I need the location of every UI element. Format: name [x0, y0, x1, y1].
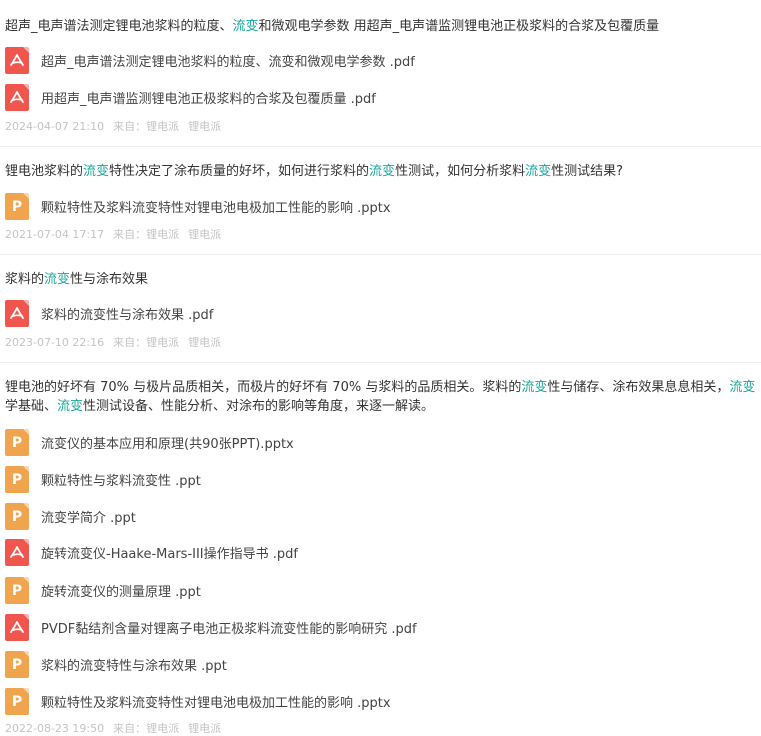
search-results-feed: 超声_电声谱法测定锂电池浆料的粒度、流变和微观电学参数 用超声_电声谱监测锂电池…	[0, 0, 761, 735]
result-title[interactable]: 浆料的流变性与涂布效果	[5, 270, 761, 289]
source-label: 来自：	[113, 228, 147, 241]
title-highlight: 流变	[729, 380, 756, 395]
ppt-file-icon: P	[5, 577, 29, 604]
title-highlight: 流变	[521, 380, 548, 395]
attachment-link[interactable]: P 旋转流变仪的测量原理 .ppt	[5, 577, 201, 604]
result-item: 超声_电声谱法测定锂电池浆料的粒度、流变和微观电学参数 用超声_电声谱监测锂电池…	[0, 0, 761, 146]
result-meta: 2024-04-07 21:10 来自：锂电派 锂电派	[5, 118, 230, 134]
ppt-file-icon: P	[5, 466, 29, 493]
attachment-name: 用超声_电声谱监测锂电池正极浆料的合浆及包覆质量 .pdf	[41, 92, 376, 107]
attachment-name: 浆料的流变性与涂布效果 .pdf	[41, 308, 214, 323]
attachment-name: 旋转流变仪的测量原理 .ppt	[41, 585, 201, 600]
ppt-file-icon: P	[5, 503, 29, 530]
attachment-link[interactable]: P 流变仪的基本应用和原理(共90张PPT).pptx	[5, 429, 294, 456]
attachment-link[interactable]: P 流变学简介 .ppt	[5, 503, 136, 530]
attachment-name: 颗粒特性及浆料流变特性对锂电池电极加工性能的影响 .pptx	[41, 201, 391, 216]
source-link[interactable]: 锂电派	[146, 336, 179, 349]
source-link[interactable]: 锂电派	[146, 722, 179, 735]
attachment-name: 流变仪的基本应用和原理(共90张PPT).pptx	[41, 437, 294, 452]
title-text: 浆料的	[5, 272, 45, 287]
result-meta: 2022-08-23 19:50 来自：锂电派 锂电派	[5, 720, 230, 736]
title-text: 锂电池浆料的	[5, 164, 84, 179]
result-title[interactable]: 锂电池浆料的流变特性决定了涂布质量的好坏，如何进行浆料的流变性测试，如何分析浆料…	[5, 162, 761, 181]
attachment-link[interactable]: P 颗粒特性及浆料流变特性对锂电池电极加工性能的影响 .pptx	[5, 688, 391, 715]
title-highlight: 流变	[525, 164, 552, 179]
title-highlight: 流变	[83, 164, 110, 179]
attachment-name: 旋转流变仪-Haake-Mars-III操作指导书 .pdf	[41, 547, 298, 562]
attachment-link[interactable]: PVDF黏结剂含量对锂离子电池正极浆料流变性能的影响研究 .pdf	[5, 614, 417, 641]
title-text: 特性决定了涂布质量的好坏，如何进行浆料的	[109, 164, 370, 179]
pdf-file-icon	[5, 614, 29, 641]
result-date: 2022-08-23 19:50	[5, 722, 105, 735]
author-link[interactable]: 锂电派	[188, 336, 221, 349]
attachment-name: 流变学简介 .ppt	[41, 511, 136, 526]
title-text: 性测试结果?	[551, 164, 623, 179]
attachment-link[interactable]: 超声_电声谱法测定锂电池浆料的粒度、流变和微观电学参数 .pdf	[5, 47, 415, 74]
title-text: 超声_电声谱法测定锂电池浆料的粒度、	[5, 19, 233, 34]
attachment-link[interactable]: P 浆料的流变特性与涂布效果 .ppt	[5, 651, 227, 678]
pdf-file-icon	[5, 84, 29, 111]
result-title[interactable]: 超声_电声谱法测定锂电池浆料的粒度、流变和微观电学参数 用超声_电声谱监测锂电池…	[5, 17, 761, 36]
title-text: 性与涂布效果	[70, 272, 149, 287]
title-highlight: 流变	[369, 164, 396, 179]
title-text: 性测试设备、性能分析、对涂布的影响等角度，来逐一解读。	[83, 399, 435, 414]
result-meta: 2023-07-10 22:16 来自：锂电派 锂电派	[5, 334, 230, 350]
attachment-name: PVDF黏结剂含量对锂离子电池正极浆料流变性能的影响研究 .pdf	[41, 622, 417, 637]
title-highlight: 流变	[57, 399, 84, 414]
pdf-file-icon	[5, 47, 29, 74]
attachment-link[interactable]: 用超声_电声谱监测锂电池正极浆料的合浆及包覆质量 .pdf	[5, 84, 376, 111]
result-meta: 2021-07-04 17:17 来自：锂电派 锂电派	[5, 226, 230, 242]
title-text: 性测试，如何分析浆料	[395, 164, 526, 179]
source-label: 来自：	[113, 120, 147, 133]
title-text: 和微观电学参数 用超声_电声谱监测锂电池正极浆料的合浆及包覆质量	[258, 19, 660, 34]
result-date: 2021-07-04 17:17	[5, 228, 105, 241]
attachment-link[interactable]: P 颗粒特性与浆料流变性 .ppt	[5, 466, 201, 493]
title-text: 锂电池的好坏有 70% 与极片品质相关，而极片的好坏有 70% 与浆料的品质相关…	[5, 380, 522, 395]
attachment-link[interactable]: 浆料的流变性与涂布效果 .pdf	[5, 300, 213, 327]
title-text: 性与储存、涂布效果息息相关，	[547, 380, 730, 395]
attachment-name: 颗粒特性与浆料流变性 .ppt	[41, 474, 201, 489]
attachment-name: 浆料的流变特性与涂布效果 .ppt	[41, 659, 227, 674]
title-highlight: 流变	[44, 272, 71, 287]
title-text: 学基础、	[5, 399, 58, 414]
title-highlight: 流变	[232, 19, 259, 34]
ppt-file-icon: P	[5, 651, 29, 678]
source-link[interactable]: 锂电派	[146, 228, 179, 241]
ppt-file-icon: P	[5, 193, 29, 220]
pdf-file-icon	[5, 300, 29, 327]
source-link[interactable]: 锂电派	[146, 120, 179, 133]
pdf-file-icon	[5, 539, 29, 566]
ppt-file-icon: P	[5, 429, 29, 456]
author-link[interactable]: 锂电派	[188, 228, 221, 241]
attachment-link[interactable]: P 颗粒特性及浆料流变特性对锂电池电极加工性能的影响 .pptx	[5, 193, 391, 220]
attachment-name: 超声_电声谱法测定锂电池浆料的粒度、流变和微观电学参数 .pdf	[41, 55, 415, 70]
ppt-file-icon: P	[5, 688, 29, 715]
attachment-name: 颗粒特性及浆料流变特性对锂电池电极加工性能的影响 .pptx	[41, 696, 391, 711]
author-link[interactable]: 锂电派	[188, 120, 221, 133]
result-date: 2023-07-10 22:16	[5, 336, 105, 349]
result-title[interactable]: 锂电池的好坏有 70% 与极片品质相关，而极片的好坏有 70% 与浆料的品质相关…	[5, 378, 761, 416]
result-item: 锂电池浆料的流变特性决定了涂布质量的好坏，如何进行浆料的流变性测试，如何分析浆料…	[0, 147, 761, 254]
source-label: 来自：	[113, 336, 147, 349]
attachment-link[interactable]: 旋转流变仪-Haake-Mars-III操作指导书 .pdf	[5, 539, 298, 566]
author-link[interactable]: 锂电派	[188, 722, 221, 735]
source-label: 来自：	[113, 722, 147, 735]
result-item: 锂电池的好坏有 70% 与极片品质相关，而极片的好坏有 70% 与浆料的品质相关…	[0, 363, 761, 735]
result-date: 2024-04-07 21:10	[5, 120, 105, 133]
result-item: 浆料的流变性与涂布效果 浆料的流变性与涂布效果 .pdf 2023-07-10 …	[0, 255, 761, 362]
